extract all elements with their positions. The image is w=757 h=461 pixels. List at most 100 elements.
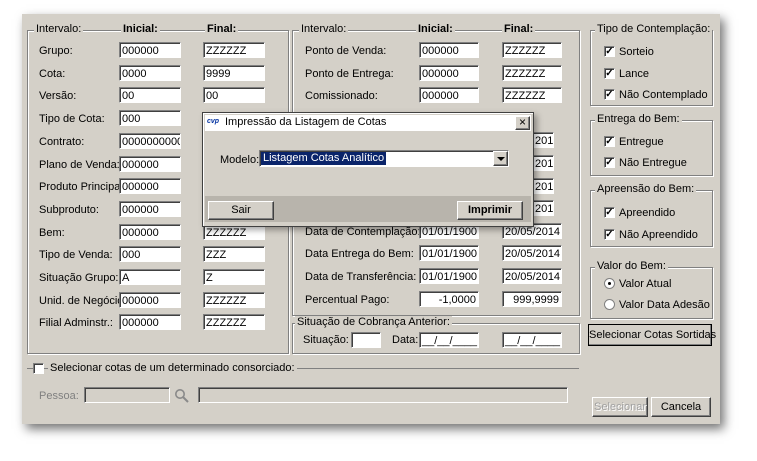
final-input[interactable]: 2014	[532, 200, 554, 216]
valor-atual-radio[interactable]	[604, 278, 615, 289]
nao-entregue-checkbox[interactable]: ✓	[604, 157, 615, 168]
group-title: Intervalo:	[299, 23, 349, 35]
lance-label[interactable]: Lance	[619, 67, 649, 81]
data-final-input[interactable]: __/__/____	[502, 332, 562, 348]
final-input[interactable]: ZZZZZZ	[203, 292, 265, 308]
row-label: Bem:	[39, 227, 65, 239]
nao-contemplado-checkbox[interactable]: ✓	[604, 89, 615, 100]
sorteio-label[interactable]: Sorteio	[619, 45, 654, 59]
situacao-input[interactable]	[351, 332, 381, 348]
initial-input[interactable]: 000000	[119, 42, 181, 58]
initial-input[interactable]: A	[119, 269, 181, 285]
group-title: Apreensão do Bem:	[595, 183, 697, 195]
group-title: Tipo de Contemplação:	[595, 23, 713, 35]
initial-input[interactable]: 01/01/1900	[419, 268, 479, 284]
col-initial-header: Inicial:	[121, 23, 160, 35]
row-label: Situação Grupo:	[39, 272, 119, 284]
initial-input[interactable]: 000000	[119, 156, 181, 172]
final-input[interactable]: ZZZ	[203, 246, 265, 262]
consorciado-checkbox[interactable]	[33, 363, 44, 374]
situacao-group: Situação de Cobrança Anterior: Situação:…	[292, 316, 580, 354]
row-label: Versão:	[39, 90, 77, 102]
initial-input[interactable]: 000	[119, 246, 181, 262]
initial-input[interactable]: 00	[119, 87, 181, 103]
data-input[interactable]: __/__/____	[419, 332, 479, 348]
pessoa-label: Pessoa:	[39, 390, 79, 402]
initial-input[interactable]: 000000	[119, 201, 181, 217]
initial-input[interactable]: 000000	[119, 178, 181, 194]
final-input[interactable]: 2014	[532, 132, 554, 148]
pessoa-input[interactable]	[84, 387, 170, 403]
row-label: Unid. de Negócio:	[39, 295, 127, 307]
print-dialog: cvp Impressão da Listagem de Cotas × Mod…	[202, 112, 534, 227]
final-input[interactable]: ZZZZZZ	[502, 87, 562, 103]
initial-input[interactable]: 01/01/1900	[419, 245, 479, 261]
initial-input[interactable]: 000000	[119, 314, 181, 330]
nao-contemplado-label[interactable]: Não Contemplado	[619, 88, 708, 102]
initial-input[interactable]: 000000	[419, 87, 479, 103]
valor-data-adesao-radio[interactable]	[604, 299, 615, 310]
row-label: Comissionado:	[305, 90, 378, 102]
final-input[interactable]: 2014	[532, 178, 554, 194]
selecionar-button[interactable]: Selecionar	[592, 397, 648, 417]
initial-input[interactable]: -1,0000	[419, 291, 479, 307]
row-label: Subproduto:	[39, 204, 99, 216]
sorteio-checkbox[interactable]: ✓	[604, 46, 615, 57]
final-input[interactable]: 2014	[532, 155, 554, 171]
group-title: Situação de Cobrança Anterior:	[295, 316, 452, 328]
col-final-header: Final:	[502, 23, 536, 35]
row-label: Ponto de Entrega:	[305, 68, 394, 80]
consorciado-label[interactable]: Selecionar cotas de um determinado conso…	[48, 361, 297, 375]
final-input[interactable]: 20/05/2014	[502, 268, 562, 284]
initial-input[interactable]: 000000	[119, 224, 181, 240]
col-initial-header: Inicial:	[416, 23, 455, 35]
initial-input[interactable]: 000	[119, 110, 181, 126]
final-input[interactable]: ZZZZZZ	[203, 314, 265, 330]
situacao-label: Situação:	[303, 334, 349, 346]
final-input[interactable]: 9999	[203, 65, 265, 81]
final-input[interactable]: ZZZZZZ	[502, 42, 562, 58]
selecionar-cotas-sortidas-button[interactable]: Selecionar Cotas Sortidas	[588, 324, 716, 346]
nao-apreendido-label[interactable]: Não Apreendido	[619, 228, 698, 242]
group-title: Valor do Bem:	[595, 260, 668, 272]
row-label: Tipo de Cota:	[39, 113, 105, 125]
entregue-label[interactable]: Entregue	[619, 135, 664, 149]
valor-atual-label[interactable]: Valor Atual	[619, 277, 671, 291]
row-label: Data de Contemplação:	[305, 226, 421, 238]
final-input[interactable]: 00	[203, 87, 265, 103]
apreendido-checkbox[interactable]: ✓	[604, 207, 615, 218]
modelo-value: Listagem Cotas Analítico	[261, 152, 387, 165]
initial-input[interactable]: 000000	[119, 292, 181, 308]
group-title: Entrega do Bem:	[595, 113, 682, 125]
row-label: Data Entrega do Bem:	[305, 248, 414, 260]
nao-apreendido-checkbox[interactable]: ✓	[604, 229, 615, 240]
initial-input[interactable]: 0000	[119, 65, 181, 81]
imprimir-button[interactable]: Imprimir	[457, 201, 523, 220]
final-input[interactable]: 999,9999	[502, 291, 562, 307]
dialog-close-button[interactable]: ×	[515, 116, 530, 130]
final-input[interactable]: Z	[203, 269, 265, 285]
cancela-button[interactable]: Cancela	[651, 397, 711, 417]
initial-input[interactable]: 0000000000	[119, 133, 181, 149]
initial-input[interactable]: 000000	[419, 42, 479, 58]
final-input[interactable]: 20/05/2014	[502, 245, 562, 261]
sair-button[interactable]: Sair	[208, 201, 274, 220]
row-label: Filial Adminstr.:	[39, 317, 113, 329]
dropdown-button[interactable]	[493, 151, 508, 166]
data-label: Data:	[392, 334, 419, 346]
nao-entregue-label[interactable]: Não Entregue	[619, 156, 687, 170]
entregue-checkbox[interactable]: ✓	[604, 136, 615, 147]
close-icon: ×	[518, 115, 526, 129]
modelo-select[interactable]: Listagem Cotas Analítico	[259, 150, 509, 167]
valor-data-adesao-label[interactable]: Valor Data Adesão	[619, 298, 710, 312]
lance-checkbox[interactable]: ✓	[604, 68, 615, 79]
final-input[interactable]: ZZZZZZ	[203, 42, 265, 58]
final-input[interactable]: ZZZZZZ	[502, 65, 562, 81]
search-icon[interactable]	[174, 388, 190, 404]
row-label: Plano de Venda:	[39, 159, 120, 171]
group-title: Intervalo:	[34, 23, 84, 35]
dialog-titlebar: cvp Impressão da Listagem de Cotas ×	[205, 115, 531, 131]
apreendido-label[interactable]: Apreendido	[619, 206, 675, 220]
initial-input[interactable]: 000000	[419, 65, 479, 81]
chevron-down-icon	[497, 157, 505, 161]
